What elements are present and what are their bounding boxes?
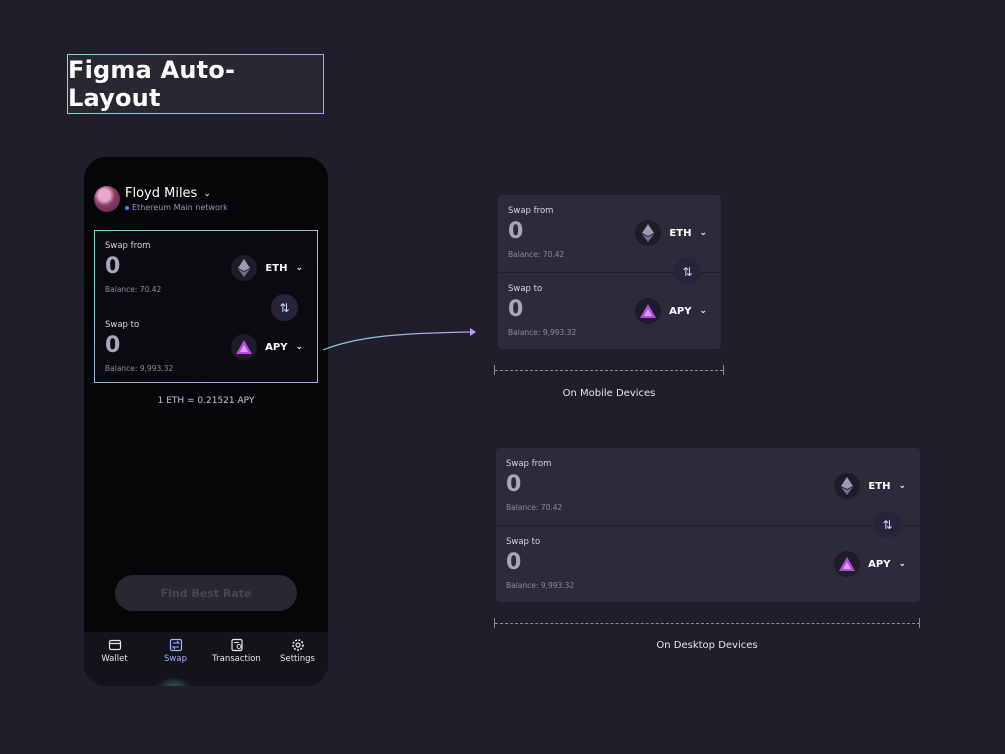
chevron-down-icon: ⌄ [898, 481, 906, 491]
desktop-swap-card: Swap from 0 Balance: 70.42 ETH ⌄ Swap to… [496, 448, 920, 602]
find-best-rate-button[interactable]: Find Best Rate [115, 575, 297, 611]
tab-settings[interactable]: Settings [268, 638, 328, 686]
swap-to-amount[interactable]: 0 [506, 550, 521, 575]
apy-icon [231, 334, 258, 360]
tab-transaction[interactable]: Transaction [207, 638, 267, 686]
swap-to-balance: Balance: 9,993.32 [105, 364, 174, 373]
avatar [94, 186, 120, 212]
tab-wallet[interactable]: Wallet [85, 638, 145, 686]
chevron-down-icon: ⌄ [699, 306, 707, 316]
swap-to-balance: Balance: 9,993.32 [508, 328, 577, 337]
chevron-down-icon: ⌄ [295, 342, 303, 352]
swap-from-label: Swap from [508, 206, 554, 216]
to-token-selector[interactable]: APY ⌄ [834, 551, 906, 577]
user-name: Floyd Miles [125, 186, 198, 201]
caption-desktop: On Desktop Devices [656, 640, 758, 651]
from-token-selector[interactable]: ETH ⌄ [635, 220, 707, 246]
dimension-line-desktop [495, 623, 920, 624]
to-token-selector[interactable]: APY ⌄ [231, 334, 303, 360]
swap-from-amount[interactable]: 0 [508, 219, 523, 244]
tab-label: Swap [164, 654, 187, 664]
from-token-symbol: ETH [265, 262, 288, 274]
chevron-down-icon[interactable]: ⌄ [203, 189, 211, 199]
mobile-swap-card: Swap from 0 Balance: 70.42 ETH ⌄ Swap to… [498, 195, 721, 349]
transaction-icon [230, 638, 243, 652]
swap-from-label: Swap from [506, 459, 552, 469]
tab-label: Settings [280, 654, 315, 664]
chevron-down-icon: ⌄ [295, 263, 303, 273]
dimension-tick-right [919, 618, 920, 628]
network-name: Ethereum Main network [132, 203, 228, 212]
swap-direction-button[interactable]: ⇅ [874, 511, 901, 538]
eth-icon [635, 220, 662, 246]
gear-icon [291, 639, 304, 651]
network-status-dot [125, 205, 129, 210]
caption-mobile: On Mobile Devices [562, 388, 656, 399]
tab-label: Transaction [212, 654, 261, 664]
swap-from-amount[interactable]: 0 [506, 472, 521, 497]
swap-to-amount[interactable]: 0 [105, 333, 120, 358]
from-token-selector[interactable]: ETH ⌄ [231, 255, 303, 281]
from-token-symbol: ETH [669, 227, 692, 239]
to-token-symbol: APY [868, 558, 891, 570]
phone-mockup: Floyd Miles ⌄ Ethereum Main network Swap… [84, 157, 328, 686]
chevron-down-icon: ⌄ [898, 559, 906, 569]
swap-arrows-icon: ⇅ [882, 517, 893, 532]
swap-from-amount[interactable]: 0 [105, 254, 120, 279]
to-token-symbol: APY [265, 341, 288, 353]
swap-arrows-icon: ⇅ [682, 264, 693, 279]
dimension-line-mobile [495, 370, 723, 371]
swap-arrows-icon: ⇅ [279, 300, 290, 315]
apy-icon [834, 551, 861, 577]
swap-from-balance: Balance: 70.42 [508, 250, 565, 259]
from-token-symbol: ETH [868, 480, 891, 492]
to-token-selector[interactable]: APY ⌄ [635, 298, 707, 324]
tab-label: Wallet [101, 654, 128, 664]
dimension-tick-right [723, 365, 724, 375]
eth-icon [834, 473, 861, 499]
page-title: Figma Auto-Layout [68, 56, 236, 112]
swap-direction-button[interactable]: ⇅ [674, 258, 701, 285]
bottom-tab-bar: Wallet Swap Transaction Settings [84, 632, 328, 686]
exchange-rate: 1 ETH = 0.21521 APY [157, 396, 255, 406]
swap-to-balance: Balance: 9,993.32 [506, 581, 575, 590]
wallet-icon [108, 639, 121, 651]
to-token-symbol: APY [669, 305, 692, 317]
swap-from-label: Swap from [105, 241, 151, 251]
swap-icon [169, 638, 182, 652]
swap-to-label: Swap to [506, 537, 541, 547]
swap-to-amount[interactable]: 0 [508, 297, 523, 322]
swap-from-balance: Balance: 70.42 [105, 285, 162, 294]
swap-direction-button[interactable]: ⇅ [271, 294, 298, 321]
chevron-down-icon: ⌄ [699, 228, 707, 238]
swap-to-label: Swap to [508, 284, 543, 294]
title-box: Figma Auto-Layout [67, 54, 324, 114]
from-token-selector[interactable]: ETH ⌄ [834, 473, 906, 499]
profile-header[interactable]: Floyd Miles ⌄ Ethereum Main network [94, 186, 228, 212]
apy-icon [635, 298, 662, 324]
phone-swap-card: Swap from 0 Balance: 70.42 ETH ⌄ Swap to… [94, 230, 318, 383]
eth-icon [231, 255, 258, 281]
swap-from-balance: Balance: 70.42 [506, 503, 563, 512]
swap-to-label: Swap to [105, 320, 140, 330]
connector-arrow [322, 328, 476, 351]
